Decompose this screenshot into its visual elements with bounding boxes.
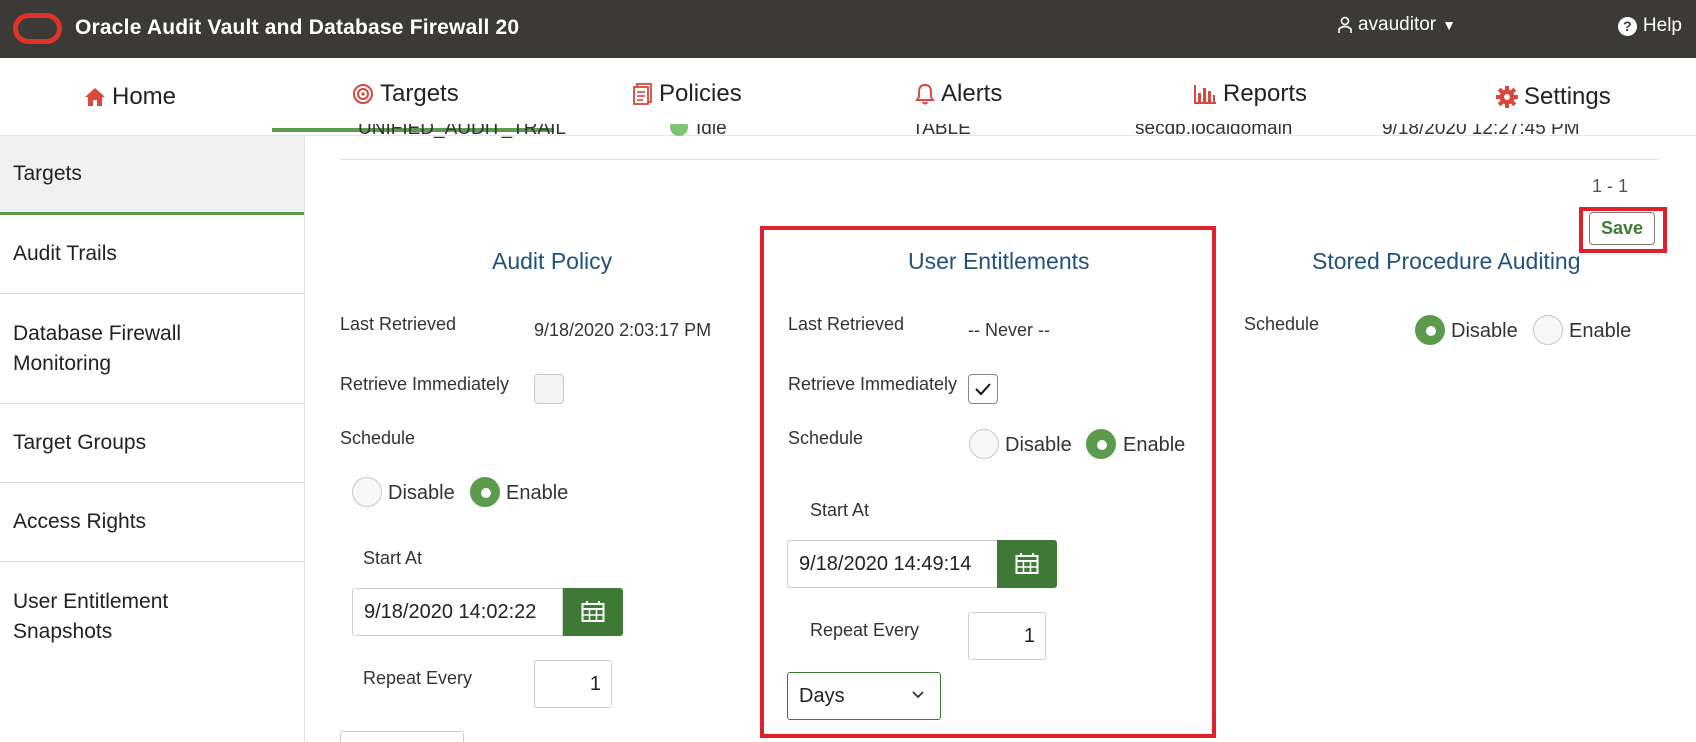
nav-targets-label: Targets [380,80,459,107]
audit-policy-start-at-label: Start At [363,548,423,568]
status-cell: Idle [696,124,727,139]
user-entitlements-schedule-label: Schedule [788,428,864,448]
stored-procedure-disable-label: Disable [1451,320,1518,342]
time-cell: 9/18/2020 12:27:45 PM [1382,124,1580,139]
nav-policies-label: Policies [659,80,742,107]
target-icon [353,84,373,104]
nav-alerts-label: Alerts [941,80,1003,107]
oracle-logo [13,13,62,44]
stored-procedure-enable-radio[interactable] [1533,315,1563,345]
policies-icon [633,83,652,105]
bar-chart-icon [1194,85,1216,104]
audit-policy-schedule-label: Schedule [340,428,416,448]
stored-procedure-title: Stored Procedure Auditing [1312,248,1581,274]
user-entitlements-enable-label: Enable [1123,434,1186,456]
user-entitlements-unit-value: Days [799,684,845,707]
sidebar-item-label: Access Rights [13,510,147,533]
audit-policy-unit-select[interactable] [340,731,464,742]
sidebar-item-label: Target Groups [13,431,147,454]
top-header: Oracle Audit Vault and Database Firewall… [0,0,1696,58]
nav-reports-label: Reports [1223,80,1308,107]
user-entitlements-calendar-button[interactable] [997,540,1057,588]
audit-policy-calendar-button[interactable] [563,588,623,636]
save-button[interactable]: Save [1589,212,1655,245]
audit-policy-retrieve-immediately-label: Retrieve Immediately [340,374,510,394]
audit-policy-last-retrieved-value: 9/18/2020 2:03:17 PM [534,320,712,340]
user-entitlements-retrieve-immediately-checkbox[interactable] [968,374,998,404]
user-entitlements-unit-select[interactable]: Days [787,672,941,720]
calendar-icon [581,601,605,622]
chevron-down-icon [912,691,924,699]
sidebar-item-target-groups[interactable]: Target Groups [0,404,304,483]
sidebar-item-user-entitlement-snapshots[interactable]: User Entitlement Snapshots [0,562,304,672]
sidebar-item-targets[interactable]: Targets [0,136,304,215]
audit-policy-title: Audit Policy [492,248,613,274]
host-cell: secdb.localdomain [1135,124,1293,139]
sidebar-item-label: User Entitlement Snapshots [13,590,169,643]
stored-procedure-enable-label: Enable [1569,320,1632,342]
help-link[interactable]: ? Help [1617,15,1682,37]
trail-name-cell: UNIFIED_AUDIT_TRAIL [358,124,566,139]
user-entitlements-disable-radio[interactable] [969,429,999,459]
gear-icon [1496,86,1518,108]
audit-policy-enable-radio[interactable] [470,477,500,507]
audit-policy-enable-label: Enable [506,482,569,504]
bell-icon [915,84,935,105]
sidebar-item-database-firewall-monitoring[interactable]: Database Firewall Monitoring [0,294,304,404]
sidebar-item-audit-trails[interactable]: Audit Trails [0,215,304,294]
audit-policy-disable-radio[interactable] [352,477,382,507]
audit-policy-repeat-every-input[interactable]: 1 [534,660,612,708]
user-entitlements-start-at-label: Start At [810,500,870,520]
sidebar-item-label: Targets [13,162,82,185]
user-entitlements-disable-label: Disable [1005,434,1072,456]
user-menu[interactable]: avauditor ▼ [1338,14,1456,36]
caret-down-icon: ▼ [1442,17,1456,33]
checkmark-icon [975,383,991,396]
nav-policies[interactable]: Policies [633,55,742,133]
status-dot-icon [670,124,688,136]
user-entitlements-last-retrieved-label: Last Retrieved [788,314,905,334]
sidebar-item-access-rights[interactable]: Access Rights [0,483,304,562]
stored-procedure-schedule-label: Schedule [1244,314,1320,334]
user-entitlements-retrieve-immediately-label: Retrieve Immediately [788,374,958,394]
type-cell: TABLE [912,124,971,139]
sidebar-item-label: Audit Trails [13,242,117,265]
nav-reports[interactable]: Reports [1193,55,1307,133]
calendar-icon [1015,553,1039,574]
nav-settings-label: Settings [1524,83,1611,110]
audit-policy-retrieve-immediately-checkbox[interactable] [534,374,564,404]
audit-policy-start-at-input[interactable]: 9/18/2020 14:02:22 [352,588,563,636]
nav-home-label: Home [112,83,177,110]
help-icon: ? [1617,16,1637,36]
nav-alerts[interactable]: Alerts [915,55,1002,133]
nav-home[interactable]: Home [84,58,176,136]
sidebar-item-label: Database Firewall Monitoring [13,321,182,375]
user-entitlements-title: User Entitlements [908,248,1090,274]
sidebar: Targets Audit Trails Database Firewall M… [0,136,305,742]
audit-policy-last-retrieved-label: Last Retrieved [340,314,457,334]
audit-policy-repeat-every-label: Repeat Every [363,668,473,688]
user-entitlements-repeat-every-label: Repeat Every [810,620,920,640]
user-entitlements-enable-radio[interactable] [1086,429,1116,459]
pagination-range: 1 - 1 [1592,176,1629,196]
user-entitlements-last-retrieved-value: -- Never -- [968,320,1050,340]
user-entitlements-repeat-every-input[interactable]: 1 [968,612,1046,660]
app-title: Oracle Audit Vault and Database Firewall… [75,16,520,39]
user-name: avauditor [1357,14,1437,35]
stored-procedure-disable-radio[interactable] [1415,315,1445,345]
nav-targets[interactable]: Targets [352,55,459,133]
user-entitlements-highlight [760,226,1216,738]
audit-policy-disable-label: Disable [388,482,455,504]
user-icon [1338,16,1352,33]
table-row[interactable]: UNIFIED_AUDIT_TRAIL Idle TABLE secdb.loc… [340,124,1658,160]
user-entitlements-start-at-input[interactable]: 9/18/2020 14:49:14 [787,540,998,588]
help-label: Help [1642,15,1682,36]
home-icon [85,88,105,106]
